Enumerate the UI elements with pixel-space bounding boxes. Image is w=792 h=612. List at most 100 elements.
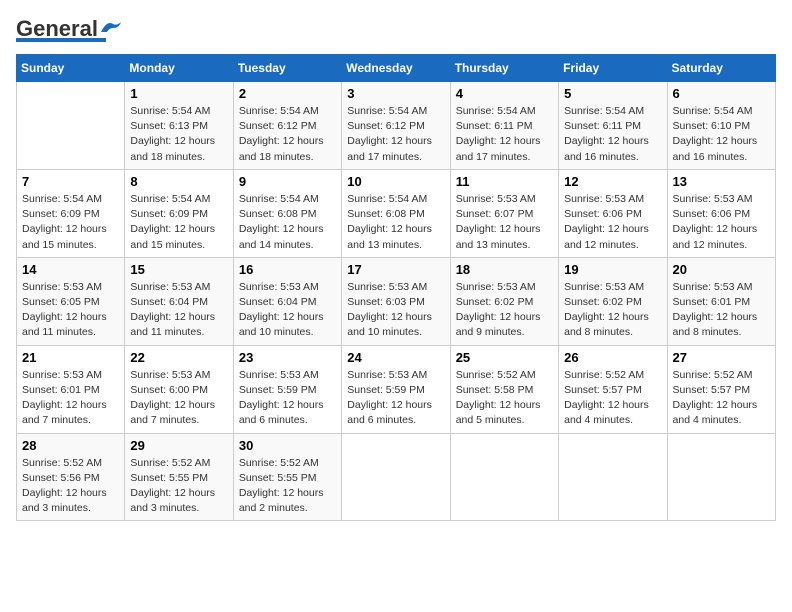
day-number: 22 — [130, 350, 227, 365]
calendar-cell: 9 Sunrise: 5:54 AM Sunset: 6:08 PM Daylig… — [233, 169, 341, 257]
day-number: 30 — [239, 438, 336, 453]
day-info: Sunrise: 5:54 AM Sunset: 6:08 PM Dayligh… — [347, 192, 444, 253]
calendar-cell: 20Sunrise: 5:53 AM Sunset: 6:01 PM Dayli… — [667, 257, 775, 345]
calendar-cell — [559, 433, 667, 521]
calendar-cell: 17 Sunrise: 5:53 AM Sunset: 6:03 PM Dayli… — [342, 257, 450, 345]
calendar-cell: 2 Sunrise: 5:54 AM Sunset: 6:12 PM Daylig… — [233, 82, 341, 170]
day-number: 25 — [456, 350, 553, 365]
day-info: Sunrise: 5:53 AM Sunset: 6:07 PM Dayligh… — [456, 192, 553, 253]
day-number: 27 — [673, 350, 770, 365]
day-info: Sunrise: 5:52 AM Sunset: 5:57 PM Dayligh… — [673, 368, 770, 429]
calendar-cell: 6 Sunrise: 5:54 AM Sunset: 6:10 PM Daylig… — [667, 82, 775, 170]
logo: General — [16, 16, 121, 42]
day-number: 8 — [130, 174, 227, 189]
calendar-cell: 15Sunrise: 5:53 AM Sunset: 6:04 PM Dayli… — [125, 257, 233, 345]
calendar-cell: 28Sunrise: 5:52 AM Sunset: 5:56 PM Dayli… — [17, 433, 125, 521]
day-info: Sunrise: 5:53 AM Sunset: 6:04 PM Dayligh… — [239, 280, 336, 341]
day-info: Sunrise: 5:53 AM Sunset: 6:02 PM Dayligh… — [564, 280, 661, 341]
day-number: 2 — [239, 86, 336, 101]
week-row-3: 14Sunrise: 5:53 AM Sunset: 6:05 PM Dayli… — [17, 257, 776, 345]
day-number: 13 — [673, 174, 770, 189]
day-info: Sunrise: 5:52 AM Sunset: 5:58 PM Dayligh… — [456, 368, 553, 429]
day-number: 10 — [347, 174, 444, 189]
day-info: Sunrise: 5:52 AM Sunset: 5:55 PM Dayligh… — [239, 456, 336, 517]
page-header: General — [16, 16, 776, 42]
col-header-thursday: Thursday — [450, 55, 558, 82]
day-info: Sunrise: 5:54 AM Sunset: 6:10 PM Dayligh… — [673, 104, 770, 165]
col-header-friday: Friday — [559, 55, 667, 82]
week-row-2: 7 Sunrise: 5:54 AM Sunset: 6:09 PM Daylig… — [17, 169, 776, 257]
calendar-cell — [17, 82, 125, 170]
day-number: 21 — [22, 350, 119, 365]
day-info: Sunrise: 5:53 AM Sunset: 6:06 PM Dayligh… — [673, 192, 770, 253]
day-info: Sunrise: 5:54 AM Sunset: 6:08 PM Dayligh… — [239, 192, 336, 253]
week-row-1: 1 Sunrise: 5:54 AM Sunset: 6:13 PM Daylig… — [17, 82, 776, 170]
calendar-cell — [342, 433, 450, 521]
logo-bird-icon — [99, 18, 121, 36]
calendar-cell: 25 Sunrise: 5:52 AM Sunset: 5:58 PM Dayli… — [450, 345, 558, 433]
calendar-cell: 8 Sunrise: 5:54 AM Sunset: 6:09 PM Daylig… — [125, 169, 233, 257]
day-number: 12 — [564, 174, 661, 189]
day-info: Sunrise: 5:53 AM Sunset: 6:01 PM Dayligh… — [673, 280, 770, 341]
day-info: Sunrise: 5:53 AM Sunset: 6:06 PM Dayligh… — [564, 192, 661, 253]
calendar-cell: 10 Sunrise: 5:54 AM Sunset: 6:08 PM Dayli… — [342, 169, 450, 257]
calendar-cell: 26 Sunrise: 5:52 AM Sunset: 5:57 PM Dayli… — [559, 345, 667, 433]
calendar-cell: 3 Sunrise: 5:54 AM Sunset: 6:12 PM Daylig… — [342, 82, 450, 170]
col-header-tuesday: Tuesday — [233, 55, 341, 82]
day-number: 18 — [456, 262, 553, 277]
day-info: Sunrise: 5:53 AM Sunset: 5:59 PM Dayligh… — [239, 368, 336, 429]
day-info: Sunrise: 5:52 AM Sunset: 5:56 PM Dayligh… — [22, 456, 119, 517]
calendar-cell: 5 Sunrise: 5:54 AM Sunset: 6:11 PM Daylig… — [559, 82, 667, 170]
day-info: Sunrise: 5:53 AM Sunset: 6:00 PM Dayligh… — [130, 368, 227, 429]
day-number: 11 — [456, 174, 553, 189]
day-info: Sunrise: 5:54 AM Sunset: 6:12 PM Dayligh… — [239, 104, 336, 165]
col-header-saturday: Saturday — [667, 55, 775, 82]
day-number: 24 — [347, 350, 444, 365]
day-info: Sunrise: 5:54 AM Sunset: 6:12 PM Dayligh… — [347, 104, 444, 165]
calendar-cell: 21 Sunrise: 5:53 AM Sunset: 6:01 PM Dayli… — [17, 345, 125, 433]
week-row-4: 21 Sunrise: 5:53 AM Sunset: 6:01 PM Dayli… — [17, 345, 776, 433]
day-info: Sunrise: 5:53 AM Sunset: 5:59 PM Dayligh… — [347, 368, 444, 429]
day-number: 26 — [564, 350, 661, 365]
day-number: 19 — [564, 262, 661, 277]
day-number: 15 — [130, 262, 227, 277]
day-info: Sunrise: 5:53 AM Sunset: 6:02 PM Dayligh… — [456, 280, 553, 341]
col-header-monday: Monday — [125, 55, 233, 82]
header-row: SundayMondayTuesdayWednesdayThursdayFrid… — [17, 55, 776, 82]
calendar-cell: 16Sunrise: 5:53 AM Sunset: 6:04 PM Dayli… — [233, 257, 341, 345]
day-number: 9 — [239, 174, 336, 189]
calendar-cell: 7 Sunrise: 5:54 AM Sunset: 6:09 PM Daylig… — [17, 169, 125, 257]
day-info: Sunrise: 5:52 AM Sunset: 5:55 PM Dayligh… — [130, 456, 227, 517]
calendar-cell: 11 Sunrise: 5:53 AM Sunset: 6:07 PM Dayli… — [450, 169, 558, 257]
calendar-cell: 19 Sunrise: 5:53 AM Sunset: 6:02 PM Dayli… — [559, 257, 667, 345]
day-number: 7 — [22, 174, 119, 189]
day-info: Sunrise: 5:54 AM Sunset: 6:11 PM Dayligh… — [564, 104, 661, 165]
day-info: Sunrise: 5:52 AM Sunset: 5:57 PM Dayligh… — [564, 368, 661, 429]
day-number: 3 — [347, 86, 444, 101]
calendar-cell: 13 Sunrise: 5:53 AM Sunset: 6:06 PM Dayli… — [667, 169, 775, 257]
day-info: Sunrise: 5:53 AM Sunset: 6:01 PM Dayligh… — [22, 368, 119, 429]
day-info: Sunrise: 5:54 AM Sunset: 6:09 PM Dayligh… — [22, 192, 119, 253]
calendar-cell — [450, 433, 558, 521]
day-number: 4 — [456, 86, 553, 101]
day-number: 14 — [22, 262, 119, 277]
day-info: Sunrise: 5:53 AM Sunset: 6:03 PM Dayligh… — [347, 280, 444, 341]
day-number: 6 — [673, 86, 770, 101]
calendar-cell: 14Sunrise: 5:53 AM Sunset: 6:05 PM Dayli… — [17, 257, 125, 345]
day-number: 5 — [564, 86, 661, 101]
calendar-cell: 24 Sunrise: 5:53 AM Sunset: 5:59 PM Dayli… — [342, 345, 450, 433]
col-header-wednesday: Wednesday — [342, 55, 450, 82]
calendar-table: SundayMondayTuesdayWednesdayThursdayFrid… — [16, 54, 776, 521]
day-number: 23 — [239, 350, 336, 365]
calendar-cell: 23 Sunrise: 5:53 AM Sunset: 5:59 PM Dayli… — [233, 345, 341, 433]
calendar-cell: 12 Sunrise: 5:53 AM Sunset: 6:06 PM Dayli… — [559, 169, 667, 257]
day-info: Sunrise: 5:54 AM Sunset: 6:09 PM Dayligh… — [130, 192, 227, 253]
day-info: Sunrise: 5:54 AM Sunset: 6:13 PM Dayligh… — [130, 104, 227, 165]
logo-underline — [16, 38, 106, 42]
day-number: 1 — [130, 86, 227, 101]
calendar-cell: 30 Sunrise: 5:52 AM Sunset: 5:55 PM Dayli… — [233, 433, 341, 521]
day-number: 17 — [347, 262, 444, 277]
col-header-sunday: Sunday — [17, 55, 125, 82]
week-row-5: 28Sunrise: 5:52 AM Sunset: 5:56 PM Dayli… — [17, 433, 776, 521]
calendar-cell: 29Sunrise: 5:52 AM Sunset: 5:55 PM Dayli… — [125, 433, 233, 521]
